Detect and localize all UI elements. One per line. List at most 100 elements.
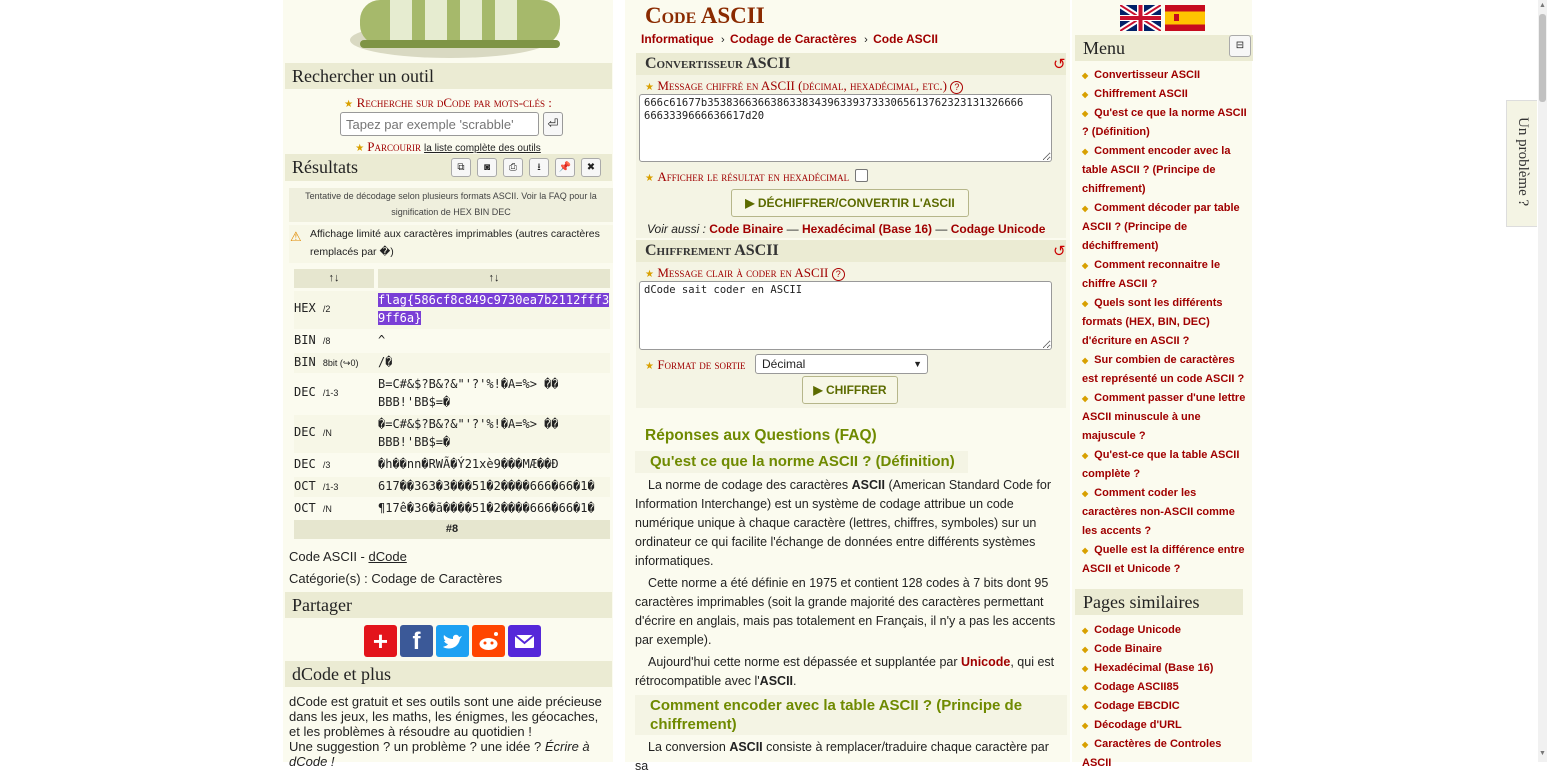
row-format-sub: /8 [322,336,331,346]
menu-item[interactable]: ◆ Quels sont les différents formats (HEX,… [1082,294,1252,351]
row-value[interactable]: B=C#&$?B&?&"'?'%!�A=%> �� BBB!'BB$=� [378,375,614,411]
pin-results-button[interactable]: 📌 [555,158,575,177]
twitter-icon[interactable] [436,625,469,657]
site-logo[interactable] [330,0,575,62]
scroll-up-icon[interactable]: ▲ [1539,2,1546,9]
encrypt-button[interactable]: ▶ CHIFFRER [802,376,898,404]
help-icon[interactable]: ? [831,268,845,281]
similar-item-label: Code Binaire [1094,643,1163,655]
search-input[interactable] [340,112,539,136]
row-format-sub: /1-3 [322,482,339,492]
row-value-selected[interactable]: flag{586cf8c849c9730ea7b2112fff39ff6a} [378,293,610,325]
table-row: BIN 8bit (↪0) /� [294,353,610,373]
unicode-link[interactable]: Unicode [961,655,1010,669]
feedback-tab[interactable]: Un problème ? [1506,100,1537,227]
breadcrumb-codage[interactable]: Codage de Caractères [730,32,857,46]
output-format-select[interactable]: Décimal ▼ [755,354,928,374]
row-value[interactable]: /� [378,353,614,371]
row-format-sub: 8bit (↪0) [322,358,359,368]
menu-item-label: Comment reconnaitre le chiffre ASCII ? [1082,259,1221,290]
close-results-button[interactable]: ✖ [581,158,601,177]
search-submit-button[interactable]: ⏎ [543,112,563,136]
bullet-icon: ◆ [1082,664,1089,673]
sort-format-column[interactable]: ↑↓ [294,269,374,288]
search-heading: Rechercher un outil [285,63,612,89]
menu-item[interactable]: ◆ Chiffrement ASCII [1082,85,1252,104]
hex-option: ★ Afficher le résultat en hexadécimal [645,169,849,185]
download-results-button[interactable]: ⭳ [529,158,549,177]
row-value[interactable]: �=C#&$?B&?&"'?'%!�A=%> �� BBB!'BB$=� [378,415,614,451]
breadcrumb-informatique[interactable]: Informatique [641,32,714,46]
row-format: OCT [294,501,316,515]
similar-item[interactable]: ◆ Décodage d'URL [1082,716,1252,735]
addtoany-share-icon[interactable]: + [364,625,397,657]
scroll-down-icon[interactable]: ▼ [1539,750,1546,757]
english-flag-icon[interactable] [1120,5,1161,31]
similar-item-label: Codage EBCDIC [1094,700,1180,712]
menu-heading: Menu [1075,35,1253,61]
browse-prefix: Parcourir [367,139,421,154]
menu-item[interactable]: ◆ Qu'est ce que la norme ASCII ? (Définit… [1082,104,1252,142]
scrollbar-track[interactable]: ▲ ▼ [1538,0,1547,762]
similar-item[interactable]: ◆ Code Binaire [1082,640,1252,659]
table-row: BIN /8 ^ [294,331,610,351]
scrollbar-thumb[interactable] [1539,14,1546,102]
dcode-link[interactable]: dCode [368,549,406,564]
menu-item[interactable]: ◆ Convertisseur ASCII [1082,66,1252,85]
hex-result-checkbox[interactable] [855,169,868,182]
bullet-icon: ◆ [1082,147,1089,156]
menu-item[interactable]: ◆ Comment passer d'une lettre ASCII minus… [1082,389,1252,446]
menu-item-label: Convertisseur ASCII [1094,69,1201,81]
decrypt-convert-button[interactable]: ▶ DÉCHIFFRER/CONVERTIR L'ASCII [731,189,969,217]
print-results-button[interactable]: ⎙ [503,158,523,177]
menu-item[interactable]: ◆ Comment décoder par table ASCII ? (Prin… [1082,199,1252,256]
row-value[interactable]: ^ [378,331,614,349]
see-also-hex[interactable]: Hexadécimal (Base 16) [802,222,932,236]
similar-item[interactable]: ◆ Codage Unicode [1082,621,1252,640]
reddit-icon[interactable] [472,625,505,657]
row-format: DEC [294,385,316,399]
row-value[interactable]: 617��363�3���51�2����666�66�1� [378,477,614,495]
see-also-binary[interactable]: Code Binaire [709,222,783,236]
row-value[interactable]: ¶17ê�36�ã����51�2����666�66�1� [378,499,614,517]
output-format-value: Décimal [762,357,806,371]
menu-item-label: Quels sont les différents formats (HEX, … [1082,297,1223,347]
similar-item-label: Codage ASCII85 [1094,681,1179,693]
screenshot-results-button[interactable]: ◙ [477,158,497,177]
breadcrumb-current[interactable]: Code ASCII [873,32,938,46]
converter-input-label: ★ Message chiffré en ASCII (décimal, hex… [645,78,964,94]
more-heading: dCode et plus [285,661,612,687]
ascii-message-input[interactable]: 666c61677b353836636638633834396339373330… [639,94,1052,162]
reset-icon[interactable]: ↺ [1053,55,1066,73]
similar-item[interactable]: ◆ Caractères de Controles ASCII [1082,735,1252,773]
plain-message-input[interactable]: dCode sait coder en ASCII [639,281,1052,350]
reset-icon[interactable]: ↺ [1053,242,1066,260]
copy-results-button[interactable]: ⧉ [451,158,471,177]
menu-item[interactable]: ◆ Quelle est la différence entre ASCII et… [1082,541,1252,579]
sort-value-column[interactable]: ↑↓ [378,269,610,288]
spanish-flag-icon[interactable] [1165,5,1205,31]
menu-item[interactable]: ◆ Comment coder les caractères non-ASCII … [1082,484,1252,541]
menu-item[interactable]: ◆ Sur combien de caractères est représent… [1082,351,1252,389]
browse-all-tools-link[interactable]: la liste complète des outils [424,143,541,154]
menu-item[interactable]: ◆ Qu'est-ce que la table ASCII complète ? [1082,446,1252,484]
breadcrumb-separator: › [864,34,868,46]
page-title: Code ASCII [645,3,765,28]
bullet-icon: ◆ [1082,683,1089,692]
faq-question-definition: Qu'est ce que la norme ASCII ? (Définiti… [635,451,968,473]
email-icon[interactable] [508,625,541,657]
similar-item[interactable]: ◆ Codage ASCII85 [1082,678,1252,697]
menu-item[interactable]: ◆ Comment reconnaitre le chiffre ASCII ? [1082,256,1252,294]
similar-item[interactable]: ◆ Codage EBCDIC [1082,697,1252,716]
facebook-icon[interactable]: f [400,625,433,657]
row-format: DEC [294,425,316,439]
row-value[interactable]: �h��nn�RWÃ�Ý21xè9���MÆ��Ð [378,455,614,473]
similar-item[interactable]: ◆ Hexadécimal (Base 16) [1082,659,1252,678]
credit-line: Code ASCII - dCode [289,549,407,564]
menu-item[interactable]: ◆ Comment encoder avec la table ASCII ? (… [1082,142,1252,199]
bullet-icon: ◆ [1082,702,1089,711]
collapse-menu-button[interactable]: ⊟ [1229,35,1251,57]
star-icon: ★ [355,143,365,154]
see-also-unicode[interactable]: Codage Unicode [951,222,1046,236]
help-icon[interactable]: ? [950,81,964,94]
